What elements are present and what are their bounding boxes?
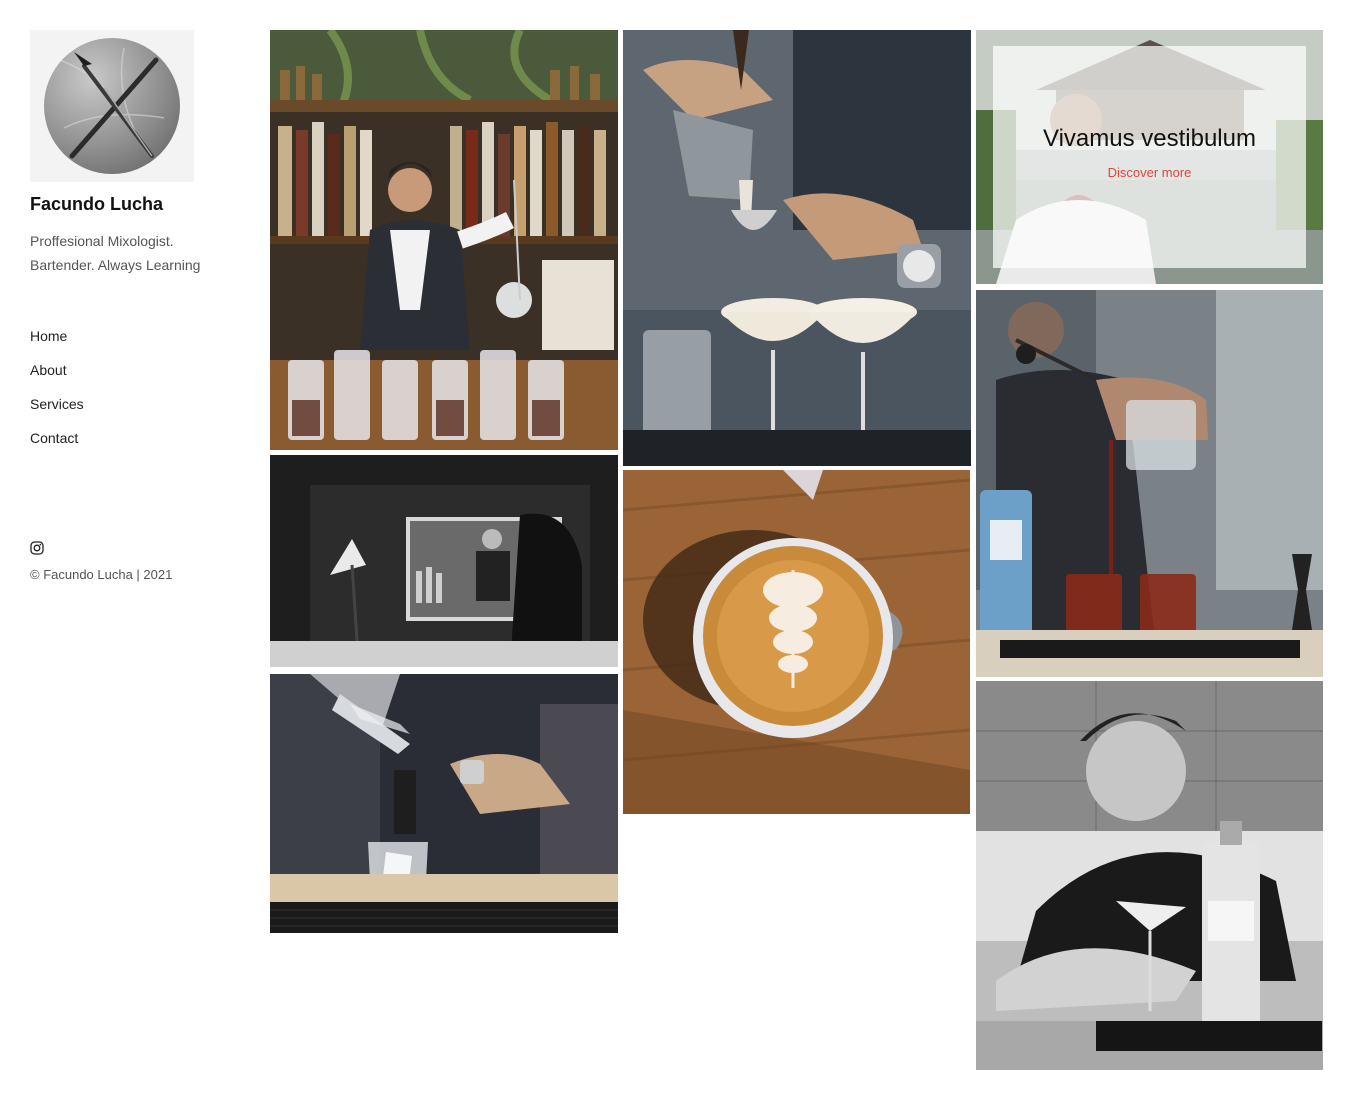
logo-image (44, 38, 180, 174)
nav-contact[interactable]: Contact (30, 429, 240, 463)
nav-services[interactable]: Services (30, 395, 240, 429)
photo-pouring-jigger (270, 674, 618, 933)
site-logo[interactable] (30, 30, 194, 182)
tagline-line-2: Bartender. Always Learning (30, 257, 201, 273)
crossed-tools-icon (53, 47, 165, 159)
featured-title: Vivamus vestibulum (1043, 124, 1256, 152)
instagram-link[interactable] (30, 541, 240, 555)
photo-pouring-negroni (976, 290, 1323, 677)
instagram-icon (30, 541, 44, 555)
main-nav: Home About Services Contact (30, 327, 240, 463)
photo-latte-art (623, 470, 970, 814)
tagline-line-1: Proffesional Mixologist. (30, 233, 174, 249)
photo-bartender-back-bar (270, 30, 618, 450)
social-links (30, 541, 240, 555)
photo-straining-cocktail (623, 30, 971, 466)
photo-botanist-portrait (976, 681, 1323, 1070)
copyright: © Facundo Lucha | 2021 (30, 567, 173, 582)
nav-about[interactable]: About (30, 361, 240, 395)
tagline: Proffesional Mixologist. Bartender. Alwa… (30, 229, 240, 277)
featured-overlay: Vivamus vestibulum Discover more (993, 46, 1306, 268)
site-name[interactable]: Facundo Lucha (30, 194, 240, 215)
photo-mirror-scene (270, 455, 618, 667)
gallery-image-pouring-jigger[interactable] (270, 674, 618, 933)
gallery-image-straining-cocktail[interactable] (623, 30, 971, 466)
gallery-image-latte-art[interactable] (623, 470, 970, 814)
gallery-image-botanist-portrait[interactable] (976, 681, 1323, 1070)
nav-home[interactable]: Home (30, 327, 240, 361)
gallery-image-mirror-scene[interactable] (270, 455, 618, 667)
discover-more-link[interactable]: Discover more (1108, 165, 1192, 180)
gallery-featured-tile[interactable]: Vivamus vestibulum Discover more (976, 30, 1323, 284)
gallery-image-pouring-negroni[interactable] (976, 290, 1323, 677)
sidebar: Facundo Lucha Proffesional Mixologist. B… (30, 30, 240, 582)
gallery-image-bartender-back-bar[interactable] (270, 30, 618, 450)
